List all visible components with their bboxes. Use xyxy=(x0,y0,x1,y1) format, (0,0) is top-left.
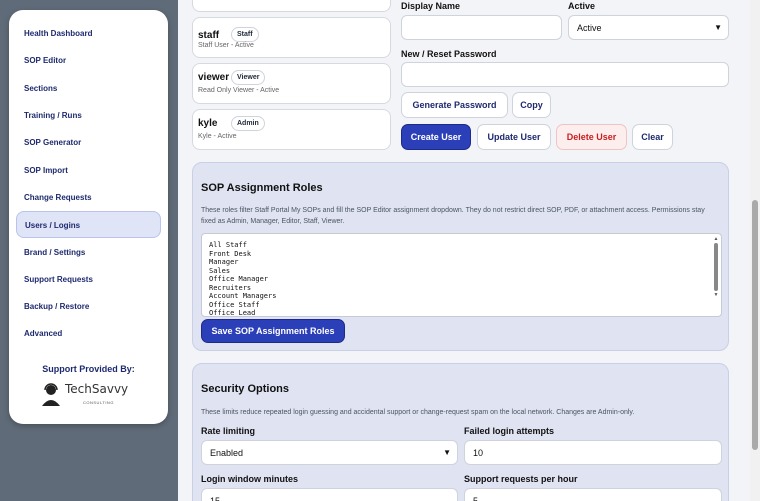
role-line: Office Staff xyxy=(209,300,260,309)
display-name-input[interactable] xyxy=(401,15,562,40)
role-line: Recruiters xyxy=(209,283,252,292)
sidebar-item-users-logins[interactable]: Users / Logins xyxy=(16,211,161,238)
active-select-value: Active xyxy=(577,23,602,33)
textarea-scroll-thumb[interactable] xyxy=(714,243,718,291)
role-line: Sales xyxy=(209,266,231,275)
sidebar-item-training-runs[interactable]: Training / Runs xyxy=(16,102,161,129)
failed-attempts-input[interactable]: 10 xyxy=(464,440,722,465)
sidebar-item-change-requests[interactable]: Change Requests xyxy=(16,184,161,211)
chevron-down-icon: ▼ xyxy=(443,448,451,457)
user-card-staff[interactable]: staff Staff Staff User - Active xyxy=(192,17,391,58)
sidebar-item-backup-restore[interactable]: Backup / Restore xyxy=(16,293,161,320)
role-line: Office Manager xyxy=(209,275,269,283)
page-scrollbar[interactable] xyxy=(750,0,760,501)
user-name: staff xyxy=(198,30,220,41)
roles-textarea[interactable]: All Staff Front Desk Manager Sales Offic… xyxy=(201,233,722,317)
logo-subtext: CONSULTING xyxy=(83,400,114,405)
sidebar-item-sop-import[interactable]: SOP Import xyxy=(16,157,161,184)
rate-limiting-select[interactable]: Enabled ▼ xyxy=(201,440,458,465)
textarea-scrollbar[interactable]: ▲ ▼ xyxy=(713,236,719,312)
user-status: Read Only Viewer - Active xyxy=(198,87,280,94)
user-status: Kyle - Active xyxy=(198,133,237,140)
scroll-up-icon[interactable]: ▲ xyxy=(713,236,719,242)
techsavvy-logo: TechSavvy CONSULTING xyxy=(41,382,137,406)
roles-list: All Staff Front Desk Manager Sales Offic… xyxy=(202,234,721,317)
panel-title: SOP Assignment Roles xyxy=(201,182,323,194)
user-card-partial[interactable] xyxy=(192,0,391,12)
sidebar-item-sections[interactable]: Sections xyxy=(16,75,161,102)
sidebar-item-brand-settings[interactable]: Brand / Settings xyxy=(16,239,161,266)
role-line: Manager xyxy=(209,258,239,266)
failed-attempts-label: Failed login attempts xyxy=(464,426,555,436)
chevron-down-icon: ▼ xyxy=(714,23,722,32)
password-input[interactable] xyxy=(401,62,729,87)
main-content: staff Staff Staff User - Active viewer V… xyxy=(178,0,750,501)
user-name: viewer xyxy=(198,72,230,83)
sidebar-item-advanced[interactable]: Advanced xyxy=(16,320,161,347)
rate-limiting-label: Rate limiting xyxy=(201,426,256,436)
delete-user-button[interactable]: Delete User xyxy=(556,124,627,150)
role-line: Front Desk xyxy=(209,249,252,258)
sidebar-item-sop-editor[interactable]: SOP Editor xyxy=(16,47,161,74)
sidebar-item-support-requests[interactable]: Support Requests xyxy=(16,266,161,293)
user-card-viewer[interactable]: viewer Viewer Read Only Viewer - Active xyxy=(192,63,391,104)
password-label: New / Reset Password xyxy=(401,49,497,59)
rate-limiting-value: Enabled xyxy=(210,448,244,458)
role-badge: Viewer xyxy=(231,70,266,85)
generate-password-button[interactable]: Generate Password xyxy=(401,92,508,118)
panel-title: Security Options xyxy=(201,383,290,395)
support-requests-label: Support requests per hour xyxy=(464,474,578,484)
display-name-label: Display Name xyxy=(401,1,461,11)
headset-person-icon xyxy=(42,383,60,406)
scroll-down-icon[interactable]: ▼ xyxy=(713,292,719,298)
create-user-button[interactable]: Create User xyxy=(401,124,471,150)
role-badge: Admin xyxy=(231,116,265,131)
security-options-panel: Security Options These limits reduce rep… xyxy=(192,363,729,501)
role-line: Office Lead xyxy=(209,309,256,317)
sop-assignment-roles-panel: SOP Assignment Roles These roles filter … xyxy=(192,162,729,351)
user-card-kyle[interactable]: kyle Admin Kyle - Active xyxy=(192,109,391,150)
sidebar-item-sop-generator[interactable]: SOP Generator xyxy=(16,129,161,156)
login-window-label: Login window minutes xyxy=(201,474,298,484)
sidebar: Health Dashboard SOP Editor Sections Tra… xyxy=(9,10,168,424)
user-status: Staff User - Active xyxy=(198,42,254,49)
active-select[interactable]: Active ▼ xyxy=(568,15,729,40)
panel-description: These limits reduce repeated login guess… xyxy=(201,409,635,416)
save-roles-button[interactable]: Save SOP Assignment Roles xyxy=(201,319,345,343)
panel-description: These roles filter Staff Portal My SOPs … xyxy=(201,207,705,214)
panel-description-2: fixed as Admin, Manager, Editor, Staff, … xyxy=(201,218,345,225)
clear-button[interactable]: Clear xyxy=(632,124,673,150)
role-line: Account Managers xyxy=(209,292,277,300)
support-requests-input[interactable]: 5 xyxy=(464,488,722,501)
support-provided-label: Support Provided By: xyxy=(42,364,135,374)
logo-text: TechSavvy xyxy=(65,382,129,396)
sidebar-item-health-dashboard[interactable]: Health Dashboard xyxy=(16,20,161,47)
active-label: Active xyxy=(568,1,596,11)
role-line: All Staff xyxy=(209,241,247,249)
user-name: kyle xyxy=(198,118,218,129)
login-window-input[interactable]: 15 xyxy=(201,488,458,501)
page-scroll-thumb[interactable] xyxy=(752,200,758,450)
copy-button[interactable]: Copy xyxy=(512,92,551,118)
role-badge: Staff xyxy=(231,27,259,42)
update-user-button[interactable]: Update User xyxy=(477,124,551,150)
